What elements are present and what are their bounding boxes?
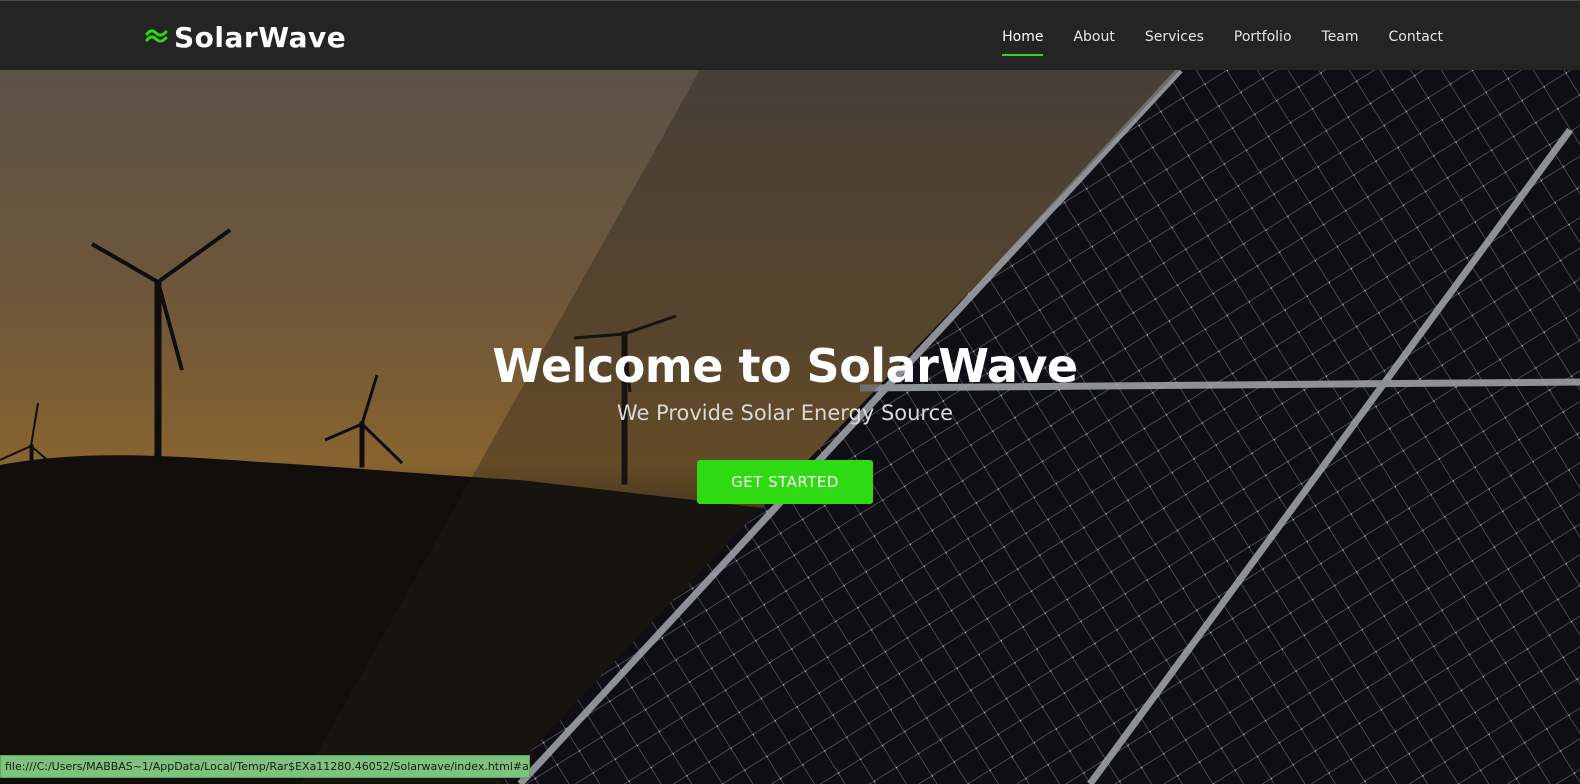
brand-name: SolarWave	[174, 20, 347, 54]
brand-logo[interactable]: SolarWave	[145, 20, 346, 54]
hero-subtitle: We Provide Solar Energy Source	[616, 401, 954, 425]
browser-status-bar: file:///C:/Users/MABBAS~1/AppData/Local/…	[0, 755, 530, 778]
hero-title: Welcome to SolarWave	[492, 339, 1078, 393]
nav-item-contact[interactable]: Contact	[1389, 1, 1443, 71]
nav-item-home[interactable]: Home	[1002, 1, 1044, 71]
hero-section: Welcome to SolarWave We Provide Solar En…	[0, 70, 1580, 784]
get-started-button[interactable]: GET STARTED	[697, 460, 873, 504]
nav-item-team[interactable]: Team	[1322, 1, 1359, 71]
wave-icon	[145, 29, 168, 43]
hero-content: Welcome to SolarWave We Provide Solar En…	[0, 338, 1570, 504]
nav-item-services[interactable]: Services	[1145, 1, 1204, 71]
main-nav: Home About Services Portfolio Team Conta…	[972, 1, 1443, 71]
page: SolarWave Home About Services Portfolio …	[0, 0, 1580, 784]
nav-item-about[interactable]: About	[1073, 1, 1114, 71]
nav-item-portfolio[interactable]: Portfolio	[1234, 1, 1292, 71]
site-header: SolarWave Home About Services Portfolio …	[0, 0, 1580, 70]
